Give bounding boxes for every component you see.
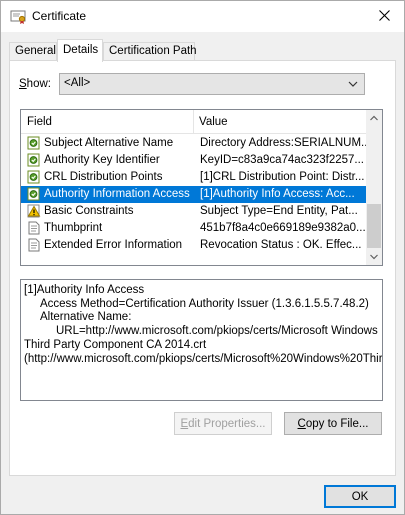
document-icon — [27, 221, 41, 235]
certificate-dialog: Certificate General Details Certificatio… — [0, 0, 405, 515]
list-item-field: Thumbprint — [44, 222, 103, 234]
copy-to-file-label: opy to File... — [305, 417, 369, 430]
list-item-field: Authority Key Identifier — [44, 154, 160, 166]
list-item-value: [1]Authority Info Access: Acc... — [200, 188, 355, 200]
list-item[interactable]: Subject Alternative Name Directory Addres… — [21, 135, 368, 152]
tab-details[interactable]: Details — [57, 39, 103, 62]
cert-field-icon — [27, 136, 41, 150]
list-scrollbar[interactable] — [366, 110, 382, 265]
chevron-down-icon — [348, 79, 358, 92]
close-button[interactable] — [364, 1, 404, 32]
scroll-up-button[interactable] — [366, 110, 382, 126]
tab-general-label: General — [15, 45, 56, 57]
tab-general[interactable]: General — [9, 42, 57, 61]
warning-icon — [27, 204, 41, 218]
list-item-value: Subject Type=End Entity, Pat... — [200, 205, 358, 217]
close-icon — [378, 9, 390, 24]
title-bar: Certificate — [1, 1, 404, 32]
list-item-value: 451b7f8a4c0e669189e9382a0... — [200, 222, 366, 234]
column-header-value[interactable]: Value — [199, 116, 228, 128]
list-item-value: [1]CRL Distribution Point: Distr... — [200, 171, 365, 183]
show-label: Show: — [19, 78, 51, 90]
cert-field-icon — [27, 170, 41, 184]
chevron-up-icon — [370, 112, 378, 124]
certificate-icon — [10, 9, 26, 25]
list-item[interactable]: Authority Information Access [1]Authority… — [21, 186, 368, 203]
ok-button[interactable]: OK — [324, 485, 396, 508]
tab-details-label: Details — [63, 44, 99, 56]
list-item-value: Revocation Status : OK. Effec... — [200, 239, 362, 251]
edit-properties-accel: E — [180, 417, 189, 430]
ok-label: OK — [351, 490, 369, 503]
cert-field-icon — [27, 153, 41, 167]
column-divider[interactable] — [193, 110, 194, 134]
list-item[interactable]: Basic Constraints Subject Type=End Entity… — [21, 203, 368, 220]
field-list[interactable]: Field Value Subject Alternative Name Dire… — [20, 109, 383, 266]
list-item-value: KeyID=c83a9ca74ac323f2257... — [200, 154, 364, 166]
list-item[interactable]: Authority Key Identifier KeyID=c83a9ca74a… — [21, 152, 368, 169]
edit-properties-label: dit Properties... — [188, 417, 266, 430]
list-item-field: CRL Distribution Points — [44, 171, 163, 183]
list-item[interactable]: Thumbprint 451b7f8a4c0e669189e9382a0... — [21, 220, 368, 237]
list-item[interactable]: CRL Distribution Points [1]CRL Distributi… — [21, 169, 368, 186]
list-item-field: Authority Information Access — [44, 188, 190, 200]
list-item[interactable]: Extended Error Information Revocation Sta… — [21, 237, 368, 254]
scroll-down-button[interactable] — [366, 249, 382, 265]
list-item-field: Subject Alternative Name — [44, 137, 174, 149]
list-item-field: Extended Error Information — [44, 239, 183, 251]
list-item-field: Basic Constraints — [44, 205, 134, 217]
show-label-accel: S — [19, 78, 27, 90]
scroll-thumb[interactable] — [367, 204, 381, 248]
show-dropdown[interactable]: <All> — [59, 73, 365, 95]
document-icon — [27, 238, 41, 252]
show-label-text: how: — [26, 78, 51, 90]
edit-properties-button[interactable]: Edit Properties... — [174, 412, 272, 435]
show-dropdown-value: <All> — [64, 77, 91, 89]
tab-certification-path[interactable]: Certification Path — [103, 42, 197, 61]
copy-to-file-button[interactable]: Copy to File... — [284, 412, 382, 435]
copy-to-file-accel: C — [297, 417, 306, 430]
list-header: Field Value — [21, 110, 368, 134]
window-title: Certificate — [32, 9, 87, 23]
field-detail-textbox[interactable]: [1]Authority Info Access Access Method=C… — [20, 279, 383, 401]
list-item-value: Directory Address:SERIALNUM... — [200, 137, 366, 149]
chevron-down-icon — [370, 251, 378, 263]
cert-field-icon — [27, 187, 41, 201]
tab-certification-path-label: Certification Path — [109, 45, 197, 57]
column-header-field[interactable]: Field — [27, 116, 52, 128]
